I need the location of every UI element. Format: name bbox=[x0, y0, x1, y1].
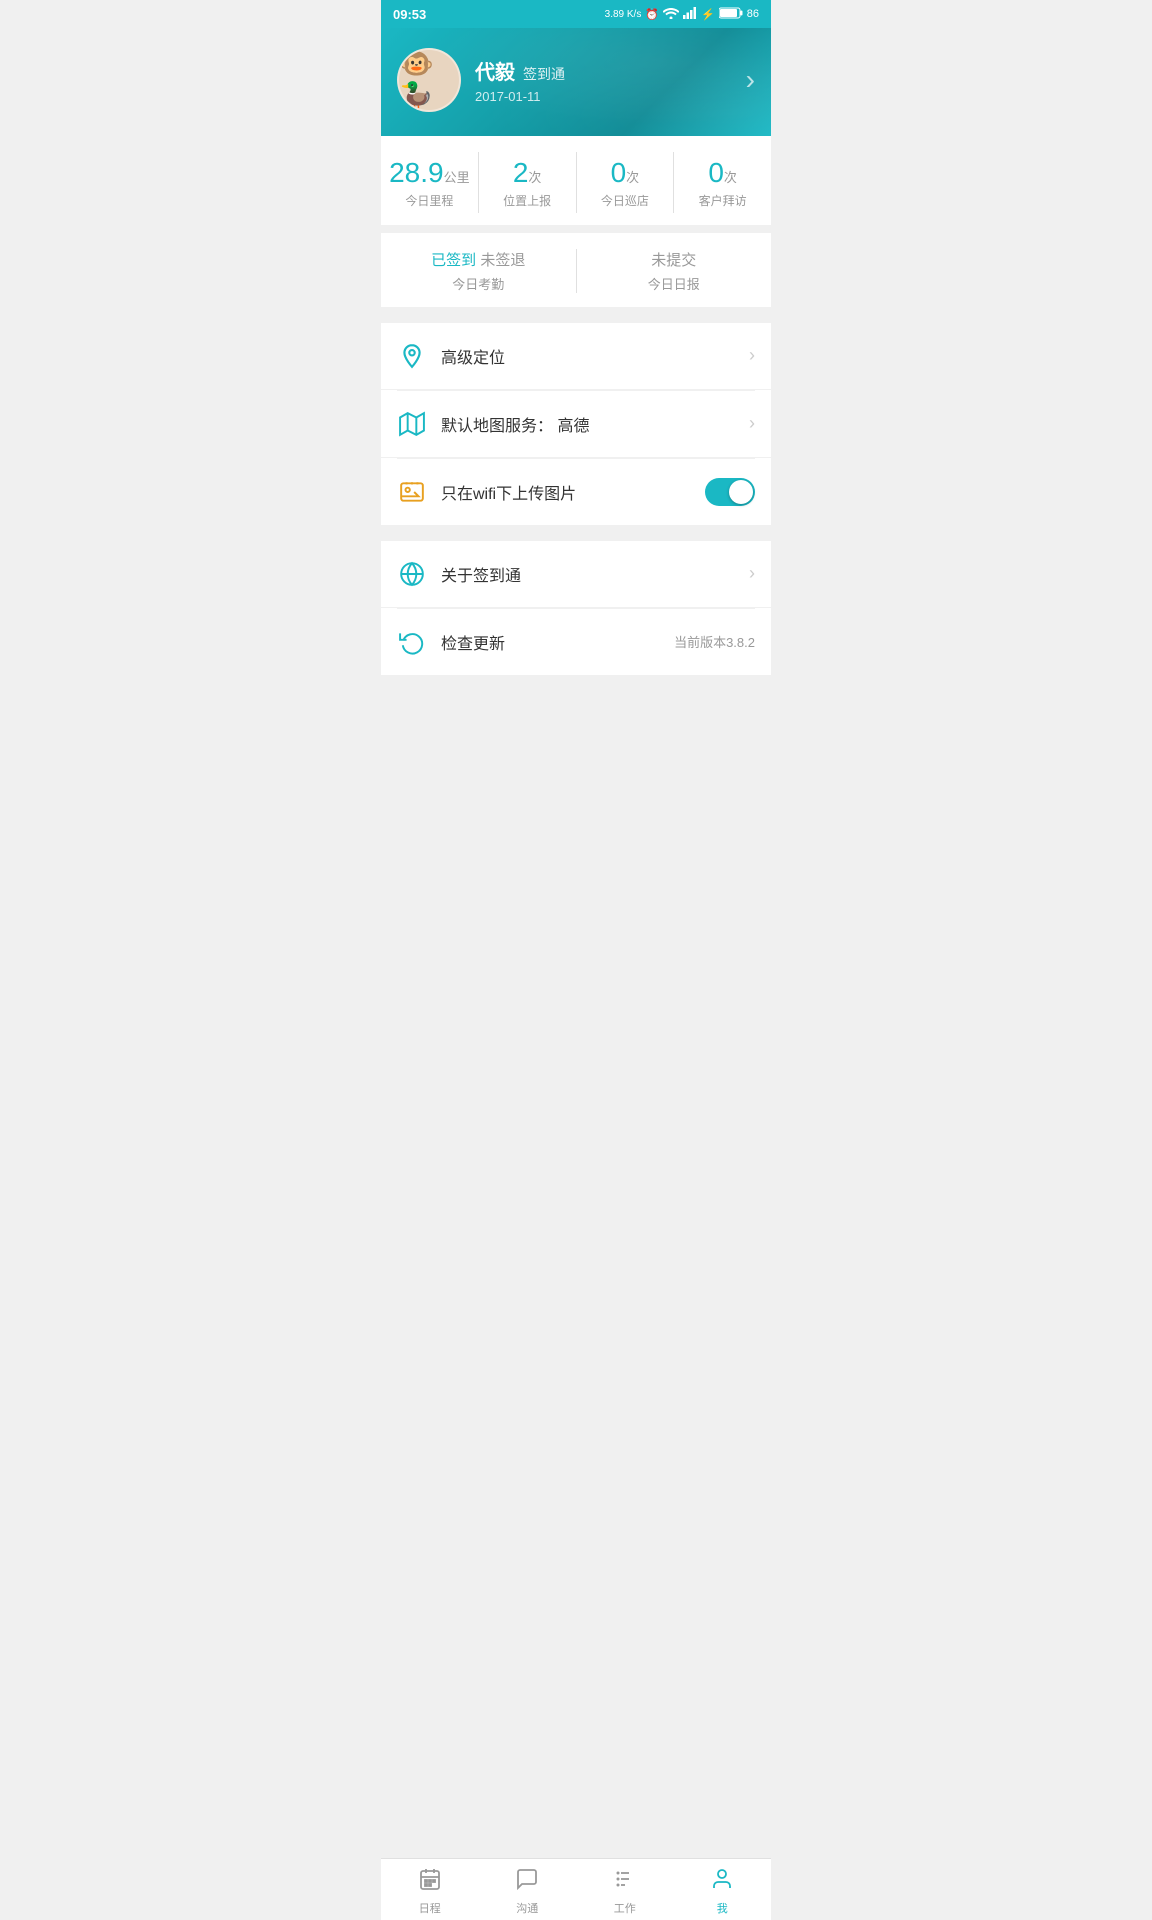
map-icon bbox=[397, 409, 427, 439]
attendance-checkin-label: 今日考勤 bbox=[381, 274, 576, 293]
nav-schedule[interactable]: 日程 bbox=[381, 1867, 479, 1916]
globe-icon bbox=[397, 559, 427, 589]
clock-icon: ⏰ bbox=[645, 8, 659, 21]
nav-me-label: 我 bbox=[717, 1900, 728, 1916]
attendance-report-label: 今日日报 bbox=[577, 274, 772, 293]
speed-indicator: 3.89 K/s bbox=[605, 9, 642, 20]
status-bar: 09:53 3.89 K/s ⏰ bbox=[381, 0, 771, 28]
menu-wifi-label: 只在wifi下上传图片 bbox=[441, 480, 705, 504]
refresh-icon bbox=[397, 627, 427, 657]
nav-me[interactable]: 我 bbox=[674, 1867, 772, 1916]
menu-map-label: 默认地图服务： 高德 bbox=[441, 412, 749, 436]
battery-icon bbox=[719, 7, 743, 22]
avatar: 🐵🦆 bbox=[397, 48, 461, 112]
profile-app-name: 签到通 bbox=[523, 64, 565, 84]
chat-icon bbox=[515, 1867, 539, 1897]
menu-map-chevron-icon: › bbox=[749, 413, 755, 434]
menu-about-label: 关于签到通 bbox=[441, 562, 749, 586]
stat-patrol: 0次 今日巡店 bbox=[577, 152, 675, 213]
menu-section-1: 高级定位 › 默认地图服务： 高德 › bbox=[381, 323, 771, 525]
charging-icon: ⚡ bbox=[701, 8, 715, 21]
menu-gps-chevron-icon: › bbox=[749, 345, 755, 366]
stat-visit-label: 客户拜访 bbox=[674, 192, 771, 209]
status-icons: 3.89 K/s ⏰ ⚡ bbox=[605, 7, 759, 22]
menu-item-update[interactable]: 检查更新 当前版本3.8.2 bbox=[381, 609, 771, 675]
attendance-section: 已签到 未签退 今日考勤 未提交 今日日报 bbox=[381, 233, 771, 307]
wifi-icon bbox=[663, 7, 679, 22]
attendance-report-status: 未提交 bbox=[577, 249, 772, 270]
menu-about-chevron-icon: › bbox=[749, 563, 755, 584]
attendance-report: 未提交 今日日报 bbox=[577, 249, 772, 293]
profile-chevron-icon: › bbox=[746, 64, 755, 96]
profile-info: 代毅 签到通 2017-01-11 bbox=[475, 56, 565, 104]
nav-chat-label: 沟通 bbox=[516, 1900, 538, 1916]
stats-section: 28.9公里 今日里程 2次 位置上报 0次 今日巡店 0次 客户拜访 bbox=[381, 136, 771, 225]
stat-visit-number: 0次 bbox=[674, 156, 771, 190]
stat-patrol-number: 0次 bbox=[577, 156, 674, 190]
attendance-checkin-status: 已签到 未签退 bbox=[381, 249, 576, 270]
menu-item-gps[interactable]: 高级定位 › bbox=[381, 323, 771, 390]
battery-percent: 86 bbox=[747, 8, 759, 20]
nav-schedule-label: 日程 bbox=[419, 1900, 441, 1916]
separator-1 bbox=[381, 315, 771, 323]
menu-item-about[interactable]: 关于签到通 › bbox=[381, 541, 771, 608]
work-icon bbox=[613, 1867, 637, 1897]
stat-location-label: 位置上报 bbox=[479, 192, 576, 209]
stat-mileage: 28.9公里 今日里程 bbox=[381, 152, 479, 213]
version-text: 当前版本3.8.2 bbox=[674, 632, 755, 651]
person-icon bbox=[710, 1867, 734, 1897]
profile-header[interactable]: 🐵🦆 代毅 签到通 2017-01-11 › bbox=[381, 28, 771, 136]
profile-name: 代毅 bbox=[475, 56, 515, 85]
stat-visit: 0次 客户拜访 bbox=[674, 152, 771, 213]
attendance-checkin: 已签到 未签退 今日考勤 bbox=[381, 249, 577, 293]
menu-item-map[interactable]: 默认地图服务： 高德 › bbox=[381, 391, 771, 458]
menu-gps-label: 高级定位 bbox=[441, 344, 749, 368]
stat-location: 2次 位置上报 bbox=[479, 152, 577, 213]
profile-date: 2017-01-11 bbox=[475, 89, 565, 104]
nav-work-label: 工作 bbox=[614, 1900, 636, 1916]
bottom-nav: 日程 沟通 工作 我 bbox=[381, 1858, 771, 1920]
menu-item-wifi-upload[interactable]: 只在wifi下上传图片 bbox=[381, 459, 771, 525]
nav-chat[interactable]: 沟通 bbox=[479, 1867, 577, 1916]
toggle-knob bbox=[729, 480, 753, 504]
stat-location-number: 2次 bbox=[479, 156, 576, 190]
signal-icon bbox=[683, 7, 697, 22]
status-time: 09:53 bbox=[393, 7, 426, 22]
about-section: 关于签到通 › 检查更新 当前版本3.8.2 bbox=[381, 541, 771, 675]
nav-work[interactable]: 工作 bbox=[576, 1867, 674, 1916]
image-upload-icon bbox=[397, 477, 427, 507]
location-icon bbox=[397, 341, 427, 371]
stat-mileage-number: 28.9公里 bbox=[381, 156, 478, 190]
calendar-icon bbox=[418, 1867, 442, 1897]
stat-patrol-label: 今日巡店 bbox=[577, 192, 674, 209]
separator-2 bbox=[381, 533, 771, 541]
stat-mileage-label: 今日里程 bbox=[381, 192, 478, 209]
wifi-upload-toggle[interactable] bbox=[705, 478, 755, 506]
menu-update-label: 检查更新 bbox=[441, 630, 674, 654]
